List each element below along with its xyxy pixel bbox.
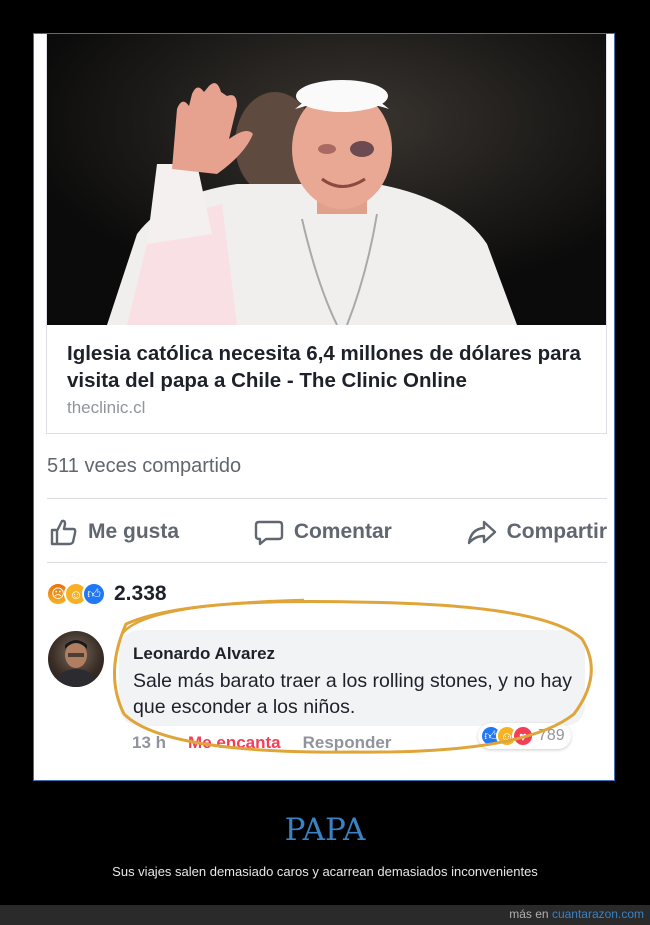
share-button[interactable]: Compartir xyxy=(466,516,607,548)
thumbs-up-icon xyxy=(50,519,77,546)
footer-prefix: más en xyxy=(509,907,549,921)
divider xyxy=(47,562,607,563)
comment-button[interactable]: Comentar xyxy=(253,516,392,548)
comment-icon xyxy=(254,520,284,546)
like-icon: 👍︎ xyxy=(82,582,106,606)
link-preview-card[interactable]: Iglesia católica necesita 6,4 millones d… xyxy=(46,34,607,434)
comment-label: Comentar xyxy=(293,520,392,543)
like-label: Me gusta xyxy=(88,520,180,543)
share-arrow-icon xyxy=(467,520,496,545)
caption: PAPA Sus viajes salen demasiado caros y … xyxy=(0,812,650,879)
link-domain: theclinic.cl xyxy=(67,398,146,417)
caption-subtitle: Sus viajes salen demasiado caros y acarr… xyxy=(112,864,538,879)
avatar[interactable] xyxy=(48,631,104,687)
footer-site-link[interactable]: cuantarazon.com xyxy=(552,907,644,921)
divider xyxy=(47,498,607,499)
share-count[interactable]: 511 veces compartido xyxy=(47,455,241,478)
share-label: Compartir xyxy=(506,520,607,543)
highlight-circle xyxy=(113,598,593,754)
like-button[interactable]: Me gusta xyxy=(47,516,179,548)
link-title[interactable]: Iglesia católica necesita 6,4 millones d… xyxy=(67,340,592,394)
article-photo xyxy=(47,34,606,325)
screenshot-frame: Iglesia católica necesita 6,4 millones d… xyxy=(33,33,615,781)
post-actions: Me gusta Comentar Compartir xyxy=(47,508,607,556)
caption-title[interactable]: PAPA xyxy=(0,812,650,848)
footer-bar: más en cuantarazon.com xyxy=(0,905,650,925)
